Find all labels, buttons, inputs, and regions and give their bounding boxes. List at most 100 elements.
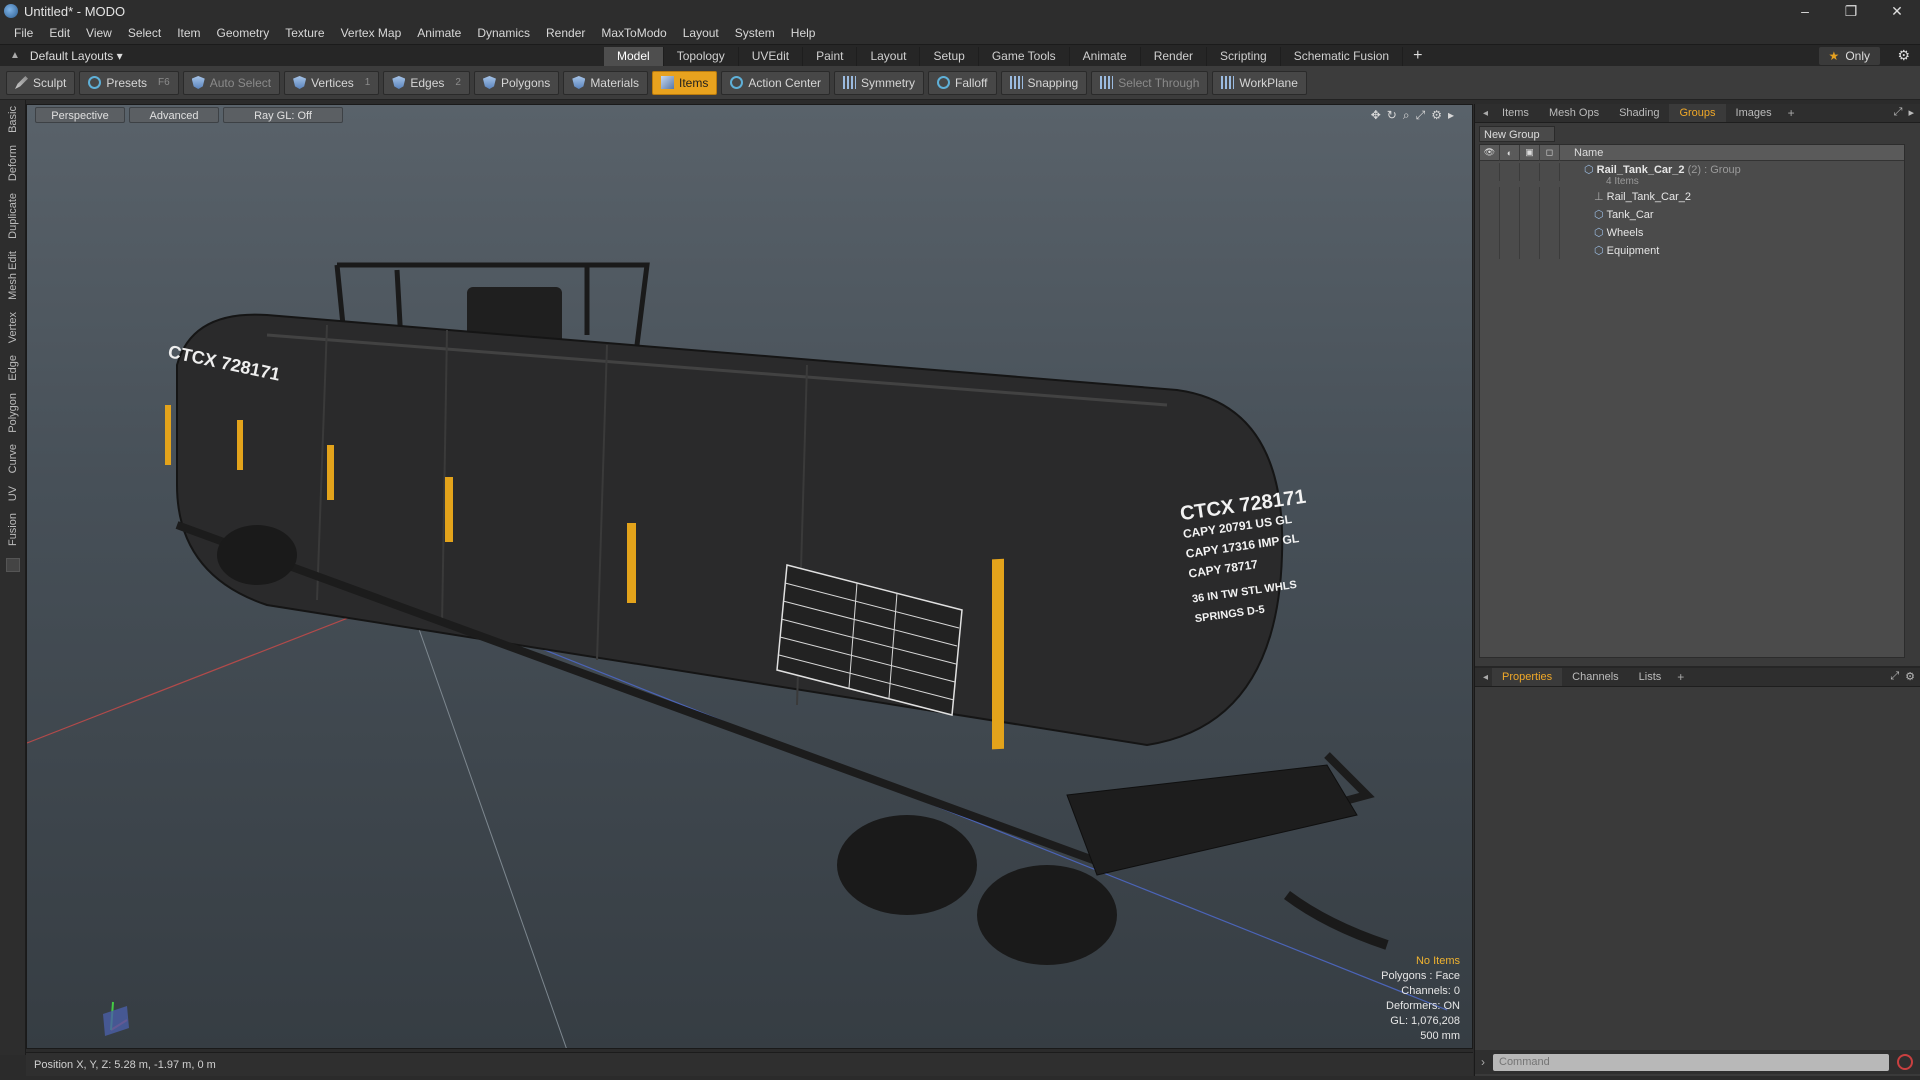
items-button[interactable]: Items	[652, 70, 718, 95]
expand-icon[interactable]: ⤢	[1894, 106, 1903, 119]
perspective-dropdown[interactable]: Perspective	[35, 107, 125, 123]
pan-icon[interactable]: ✥	[1371, 108, 1381, 123]
command-input[interactable]	[1493, 1053, 1889, 1071]
panel-toggle-icon[interactable]	[5, 558, 20, 573]
tab-shading[interactable]: Shading	[1609, 104, 1669, 122]
add-panel-tab-icon[interactable]: +	[1782, 106, 1801, 120]
select-through-button[interactable]: Select Through	[1091, 70, 1209, 95]
sculpt-button[interactable]: Sculpt	[6, 70, 76, 95]
left-tab-curve[interactable]: Curve	[7, 438, 19, 479]
tab-uvedit[interactable]: UVEdit	[739, 46, 804, 66]
raygl-toggle[interactable]: Ray GL: Off	[223, 107, 343, 123]
maximize-button[interactable]: ❐	[1828, 0, 1874, 22]
fit-icon[interactable]: ⤢	[1416, 108, 1426, 123]
falloff-button[interactable]: Falloff	[928, 70, 997, 95]
panel-arrow-icon[interactable]: ▸	[1908, 106, 1914, 119]
action-center-button[interactable]: Action Center	[721, 70, 831, 95]
left-tab-deform[interactable]: Deform	[7, 139, 19, 187]
group-child-row[interactable]: ⊥ Rail_Tank_Car_2	[1480, 187, 1904, 205]
group-child-row[interactable]: ⬡ Tank_Car	[1480, 205, 1904, 223]
collapse-up-icon[interactable]: ▲	[10, 50, 20, 61]
menu-item[interactable]: Item	[169, 26, 208, 40]
tab-render[interactable]: Render	[1141, 46, 1208, 66]
tab-lists[interactable]: Lists	[1629, 668, 1672, 686]
grid-line	[406, 594, 567, 1048]
shading-dropdown[interactable]: Advanced	[129, 107, 219, 123]
new-group-button[interactable]: New Group	[1479, 126, 1555, 142]
tab-schematic-fusion[interactable]: Schematic Fusion	[1281, 46, 1404, 66]
minimize-button[interactable]: –	[1782, 0, 1828, 22]
render-column-icon[interactable]: ◐	[1500, 144, 1520, 161]
menu-render[interactable]: Render	[538, 26, 593, 40]
menu-system[interactable]: System	[727, 26, 783, 40]
tab-properties[interactable]: Properties	[1492, 668, 1563, 686]
menu-view[interactable]: View	[78, 26, 120, 40]
menu-edit[interactable]: Edit	[41, 26, 78, 40]
menu-help[interactable]: Help	[783, 26, 824, 40]
tab-mesh-ops[interactable]: Mesh Ops	[1539, 104, 1609, 122]
tab-model[interactable]: Model	[604, 46, 664, 66]
tab-images[interactable]: Images	[1726, 104, 1782, 122]
3d-viewport[interactable]: CTCX 728171 CAPY 20791 US GL CAPY 17316 …	[26, 104, 1473, 1049]
properties-expand-icon[interactable]: ⤢	[1890, 670, 1899, 683]
tab-topology[interactable]: Topology	[664, 46, 739, 66]
only-toggle[interactable]: ★ Only	[1818, 47, 1880, 65]
left-tab-vertex[interactable]: Vertex	[7, 306, 19, 349]
add-properties-tab-icon[interactable]: +	[1671, 670, 1690, 684]
visibility-column-icon[interactable]: 👁	[1480, 144, 1500, 161]
menu-dynamics[interactable]: Dynamics	[469, 26, 538, 40]
tab-channels[interactable]: Channels	[1562, 668, 1628, 686]
tab-animate[interactable]: Animate	[1070, 46, 1141, 66]
vertices-button[interactable]: Vertices 1	[284, 70, 380, 95]
panel-menu-icon[interactable]: ◂	[1479, 108, 1492, 119]
group-child-row[interactable]: ⬡ Wheels	[1480, 223, 1904, 241]
properties-gear-icon[interactable]: ⚙	[1905, 670, 1915, 683]
workplane-button[interactable]: WorkPlane	[1212, 70, 1307, 95]
left-tab-fusion[interactable]: Fusion	[7, 507, 19, 552]
record-icon[interactable]	[1897, 1054, 1913, 1070]
lock-column-icon[interactable]: ▣	[1520, 144, 1540, 161]
viewport-settings-icon[interactable]: ⚙	[1431, 108, 1442, 123]
left-tab-polygon[interactable]: Polygon	[7, 387, 19, 439]
tab-paint[interactable]: Paint	[803, 46, 858, 66]
tab-layout[interactable]: Layout	[857, 46, 921, 66]
group-row-root[interactable]: ⬡ Rail_Tank_Car_2 (2) : Group 4 Items	[1480, 161, 1904, 187]
edges-button[interactable]: Edges 2	[383, 70, 470, 95]
group-child-row[interactable]: ⬡ Equipment	[1480, 241, 1904, 259]
menu-file[interactable]: File	[6, 26, 41, 40]
menu-layout[interactable]: Layout	[675, 26, 727, 40]
menu-maxtomodo[interactable]: MaxToModo	[593, 26, 674, 40]
left-tab-basic[interactable]: Basic	[7, 100, 19, 139]
presets-button[interactable]: Presets F6	[79, 70, 179, 95]
tab-items[interactable]: Items	[1492, 104, 1539, 122]
tab-scripting[interactable]: Scripting	[1207, 46, 1281, 66]
gear-icon[interactable]: ⚙	[1897, 47, 1910, 64]
snapping-button[interactable]: Snapping	[1000, 70, 1088, 95]
name-column-header[interactable]: Name	[1560, 147, 1603, 159]
auto-select-button[interactable]: Auto Select	[182, 70, 281, 95]
menu-select[interactable]: Select	[120, 26, 169, 40]
symmetry-button[interactable]: Symmetry	[834, 70, 925, 95]
rotate-icon[interactable]: ↻	[1387, 108, 1397, 123]
select-column-icon[interactable]: ◻	[1540, 144, 1560, 161]
add-tab-icon[interactable]: +	[1403, 47, 1432, 65]
tab-groups[interactable]: Groups	[1669, 104, 1726, 122]
menu-texture[interactable]: Texture	[277, 26, 332, 40]
menu-geometry[interactable]: Geometry	[209, 26, 278, 40]
materials-button[interactable]: Materials	[563, 70, 648, 95]
menu-vertex-map[interactable]: Vertex Map	[333, 26, 410, 40]
properties-menu-icon[interactable]: ◂	[1479, 672, 1492, 683]
left-tab-duplicate[interactable]: Duplicate	[7, 187, 19, 245]
tab-setup[interactable]: Setup	[920, 46, 979, 66]
zoom-icon[interactable]: ⌕	[1403, 108, 1410, 123]
row-visibility-icon[interactable]	[1480, 163, 1500, 181]
viewport-menu-icon[interactable]: ▸	[1448, 108, 1454, 123]
menu-animate[interactable]: Animate	[409, 26, 469, 40]
left-tab-uv[interactable]: UV	[7, 480, 19, 507]
left-tab-mesh-edit[interactable]: Mesh Edit	[7, 245, 19, 306]
close-button[interactable]: ✕	[1874, 0, 1920, 22]
left-tab-edge[interactable]: Edge	[7, 349, 19, 387]
default-layouts-dropdown[interactable]: Default Layouts ▾	[30, 49, 123, 63]
polygons-button[interactable]: Polygons	[473, 70, 560, 95]
tab-game-tools[interactable]: Game Tools	[979, 46, 1070, 66]
